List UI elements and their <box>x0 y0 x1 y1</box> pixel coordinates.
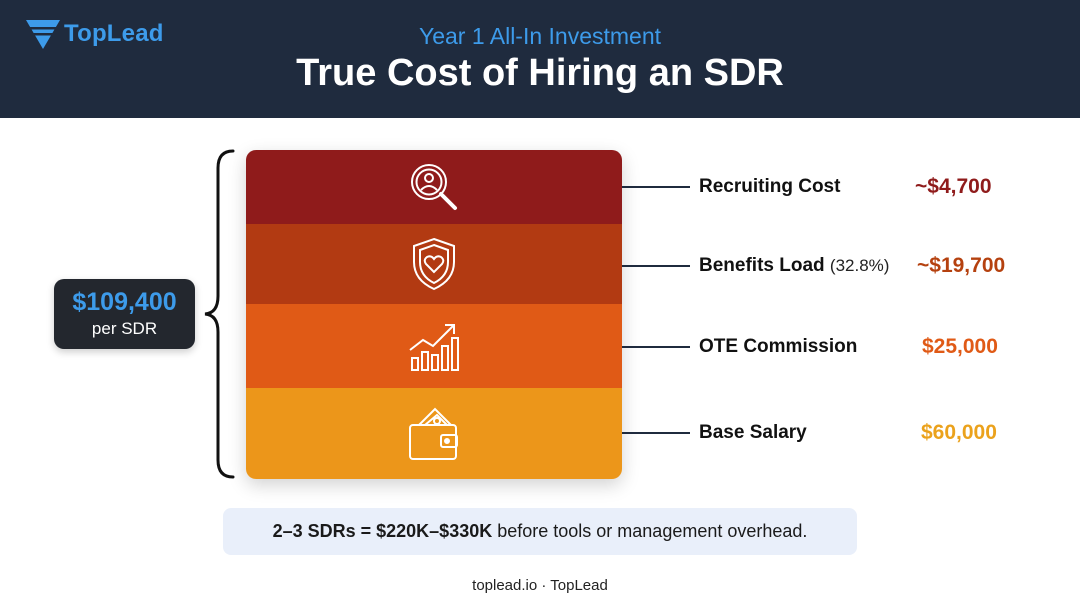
cost-stack <box>246 150 622 479</box>
layer-commission <box>246 304 622 388</box>
summary-note-rest: before tools or management overhead. <box>492 521 808 541</box>
magnifier-person-icon <box>411 164 457 210</box>
total-label: per SDR <box>91 319 158 338</box>
summary-note: 2–3 SDRs = $220K–$330K before tools or m… <box>223 508 857 555</box>
value-commission: $25,000 <box>922 335 998 358</box>
label-benefits: Benefits Load (32.8%) <box>699 255 890 276</box>
value-salary: $60,000 <box>921 421 997 444</box>
wallet-icon <box>409 407 458 460</box>
layer-recruiting <box>246 150 622 224</box>
label-salary: Base Salary <box>699 422 807 443</box>
value-benefits: ~$19,700 <box>917 254 1006 277</box>
header-banner: TopLead Year 1 All-In Investment True Co… <box>0 0 1080 118</box>
curly-brace <box>204 149 235 479</box>
total-cost-badge: $109,400 per SDR <box>54 279 195 349</box>
layer-salary <box>246 388 622 479</box>
page-title: True Cost of Hiring an SDR <box>296 52 784 94</box>
connector-line-commission <box>622 346 690 348</box>
connector-line-recruiting <box>622 186 690 188</box>
label-commission: OTE Commission <box>699 336 858 357</box>
page-subtitle: Year 1 All-In Investment <box>418 23 662 49</box>
value-recruiting: ~$4,700 <box>915 175 992 198</box>
shield-heart-icon <box>413 237 455 291</box>
connector-line-benefits <box>622 265 690 267</box>
connector-line-salary <box>622 432 690 434</box>
benefits-percent: (32.8%) <box>829 256 890 275</box>
summary-note-bold: 2–3 SDRs = $220K–$330K <box>272 521 493 541</box>
total-amount: $109,400 <box>72 288 177 316</box>
growth-chart-icon <box>409 324 459 371</box>
footer-credit: toplead.io · TopLead <box>472 577 608 594</box>
layer-benefits <box>246 224 622 304</box>
label-recruiting: Recruiting Cost <box>699 176 841 197</box>
